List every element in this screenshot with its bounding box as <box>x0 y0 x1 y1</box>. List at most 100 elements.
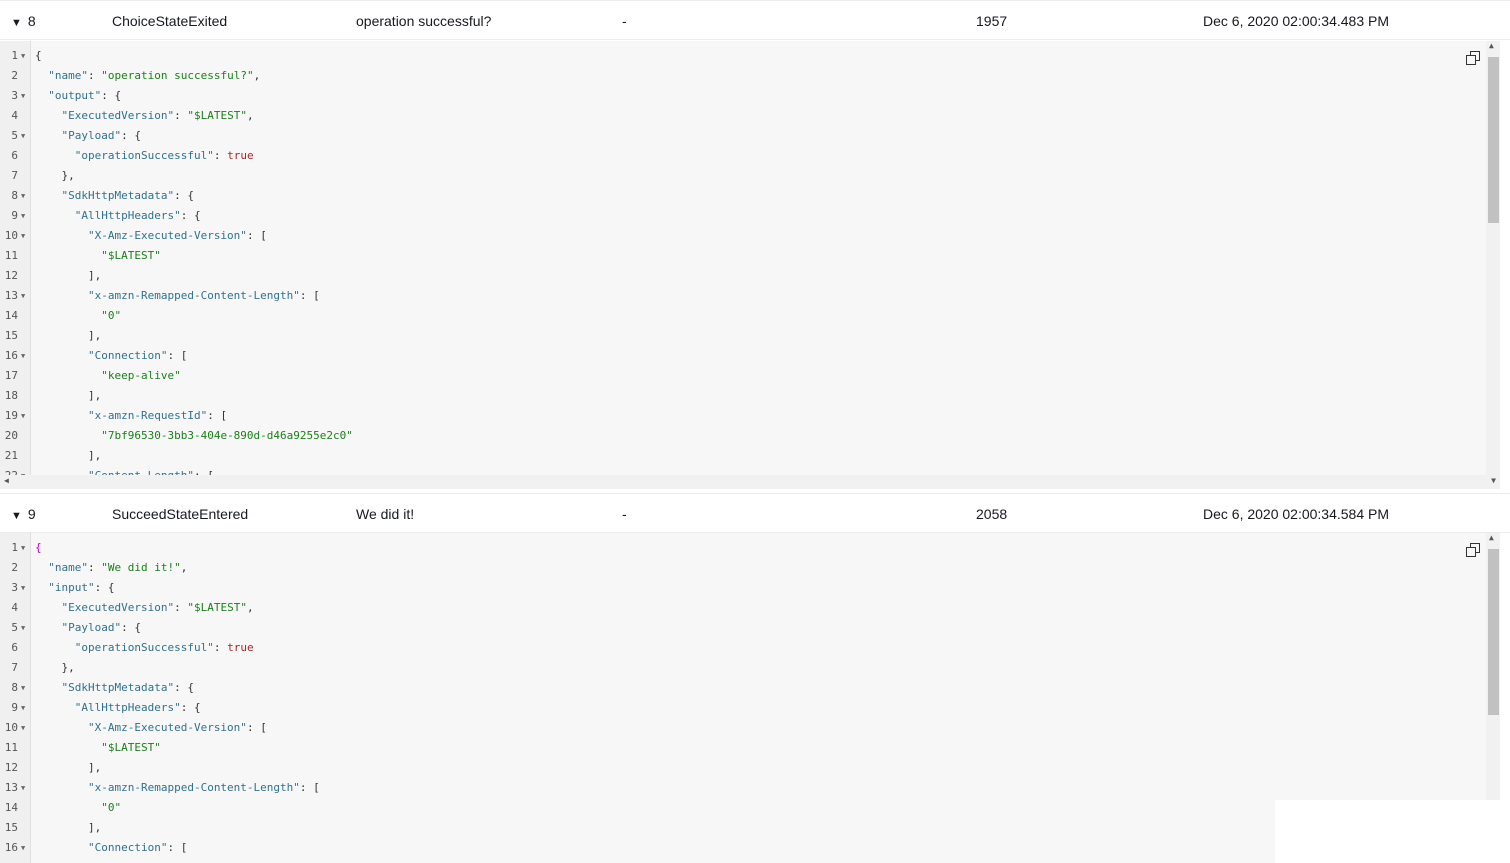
code-line: 14 "0" <box>0 798 1484 818</box>
code-line: 8 ▼ "SdkHttpMetadata": { <box>0 678 1484 698</box>
code-line: 9 ▼ "AllHttpHeaders": { <box>0 698 1484 718</box>
code-text: "ExecutedVersion": "$LATEST", <box>61 601 254 614</box>
line-number: 6 <box>11 641 18 654</box>
scroll-up-icon[interactable]: ▲ <box>1489 41 1494 50</box>
code-text: }, <box>61 661 75 674</box>
event-resource: - <box>622 13 627 29</box>
scroll-up-icon[interactable]: ▲ <box>1489 533 1494 542</box>
code-text: ], <box>87 389 102 402</box>
scroll-left-icon[interactable]: ◀ <box>4 476 9 485</box>
line-number: 7 <box>11 169 18 182</box>
event-toggle[interactable]: ▼ 8 <box>11 13 36 31</box>
scroll-down-icon[interactable]: ▼ <box>1491 476 1496 485</box>
code-text: "x-amzn-Remapped-Content-Length": [ <box>87 781 320 794</box>
code-line: 4 "ExecutedVersion": "$LATEST", <box>0 106 1484 126</box>
event-elapsed: 2058 <box>976 506 1008 522</box>
line-number: 20 <box>4 429 18 442</box>
fold-toggle-icon[interactable]: ▼ <box>21 538 25 558</box>
event-elapsed: 1957 <box>976 13 1008 29</box>
code-text: "0" <box>101 309 122 322</box>
line-number: 17 <box>4 369 18 382</box>
code-line: 5 ▼ "Payload": { <box>0 618 1484 638</box>
code-text: "operationSuccessful": true <box>74 641 254 654</box>
code-line: 4 "ExecutedVersion": "$LATEST", <box>0 598 1484 618</box>
line-number: 14 <box>4 801 18 814</box>
triangle-down-icon: ▼ <box>11 510 22 522</box>
code-text: { <box>35 541 42 554</box>
code-text: "$LATEST" <box>101 249 161 262</box>
code-line: 9 ▼ "AllHttpHeaders": { <box>0 206 1484 226</box>
fold-toggle-icon[interactable]: ▼ <box>21 206 25 226</box>
fold-toggle-icon[interactable]: ▼ <box>21 226 25 246</box>
horizontal-scrollbar[interactable]: ◀ ▼ <box>0 475 1500 489</box>
copy-icon[interactable] <box>1466 543 1480 557</box>
code-text: "name": "We did it!", <box>48 561 188 574</box>
code-line: 13 ▼ "x-amzn-Remapped-Content-Length": [ <box>0 778 1484 798</box>
fold-toggle-icon[interactable]: ▼ <box>21 778 25 798</box>
code-text: "output": { <box>48 89 122 102</box>
code-text: ], <box>87 761 102 774</box>
code-text: "input": { <box>48 581 115 594</box>
line-number: 5 <box>11 129 18 142</box>
event-timestamp: Dec 6, 2020 02:00:34.483 PM <box>1203 13 1390 29</box>
fold-toggle-icon[interactable]: ▼ <box>21 838 25 858</box>
fold-toggle-icon[interactable]: ▼ <box>21 126 25 146</box>
fold-toggle-icon[interactable]: ▼ <box>21 718 25 738</box>
fold-toggle-icon[interactable]: ▼ <box>21 186 25 206</box>
line-number: 2 <box>11 69 18 82</box>
code-line: 14 "0" <box>0 306 1484 326</box>
fold-toggle-icon[interactable]: ▼ <box>21 46 25 66</box>
code-line: 11 "$LATEST" <box>0 738 1484 758</box>
code-line: 7 }, <box>0 658 1484 678</box>
line-number: 1 <box>11 541 18 554</box>
line-number: 5 <box>11 621 18 634</box>
code-line: 6 "operationSuccessful": true <box>0 638 1484 658</box>
fold-toggle-icon[interactable]: ▼ <box>21 618 25 638</box>
code-line: 1 ▼ { <box>0 538 1484 558</box>
line-number: 3 <box>11 581 18 594</box>
fold-toggle-icon[interactable]: ▼ <box>21 346 25 366</box>
code-line: 3 ▼ "input": { <box>0 578 1484 598</box>
code-lines: 1 ▼{2 "name": "We did it!", 3 ▼ "input": {4… <box>0 538 1484 858</box>
scroll-thumb[interactable] <box>1488 57 1499 223</box>
event-toggle[interactable]: ▼ 9 <box>11 506 36 524</box>
line-number: 15 <box>4 329 18 342</box>
event-type: ChoiceStateExited <box>112 13 228 29</box>
code-line: 3 ▼ "output": { <box>0 86 1484 106</box>
code-line: 15 ], <box>0 326 1484 346</box>
vertical-scrollbar[interactable]: ▲ <box>1486 41 1500 475</box>
code-line: 17 "keep-alive" <box>0 366 1484 386</box>
code-text: "x-amzn-Remapped-Content-Length": [ <box>87 289 320 302</box>
scroll-thumb[interactable] <box>1488 549 1499 715</box>
event-timestamp: Dec 6, 2020 02:00:34.584 PM <box>1203 506 1390 522</box>
line-number: 12 <box>4 269 18 282</box>
code-text: "keep-alive" <box>101 369 181 382</box>
event-row-8[interactable]: ▼ 8 ChoiceStateExited operation successfu… <box>0 0 1510 40</box>
json-editor[interactable]: 1 ▼{2 "name": "operation successful?", 3 ▼ … <box>0 41 1500 489</box>
event-resource: - <box>622 506 627 522</box>
line-number: 11 <box>4 741 18 754</box>
fold-toggle-icon[interactable]: ▼ <box>21 678 25 698</box>
fold-toggle-icon[interactable]: ▼ <box>21 286 25 306</box>
code-line: 21 ], <box>0 446 1484 466</box>
code-text: "$LATEST" <box>101 741 161 754</box>
copy-icon[interactable] <box>1466 51 1480 65</box>
fold-toggle-icon[interactable]: ▼ <box>21 578 25 598</box>
code-text: "SdkHttpMetadata": { <box>61 681 194 694</box>
line-number: 9 <box>11 701 18 714</box>
event-row-9[interactable]: ▼ 9 SucceedStateEntered We did it! - 2058… <box>0 493 1510 533</box>
code-line: 18 ], <box>0 386 1484 406</box>
code-line: 10 ▼ "X-Amz-Executed-Version": [ <box>0 718 1484 738</box>
event-step: operation successful? <box>356 13 492 29</box>
line-number: 18 <box>4 389 18 402</box>
line-number: 2 <box>11 561 18 574</box>
event-id: 8 <box>27 13 36 29</box>
fold-toggle-icon[interactable]: ▼ <box>21 86 25 106</box>
line-number: 16 <box>4 841 18 854</box>
line-number: 16 <box>4 349 18 362</box>
fold-toggle-icon[interactable]: ▼ <box>21 406 25 426</box>
code-line: 12 ], <box>0 266 1484 286</box>
fold-toggle-icon[interactable]: ▼ <box>21 698 25 718</box>
line-number: 10 <box>4 229 18 242</box>
event-id: 9 <box>27 506 36 522</box>
